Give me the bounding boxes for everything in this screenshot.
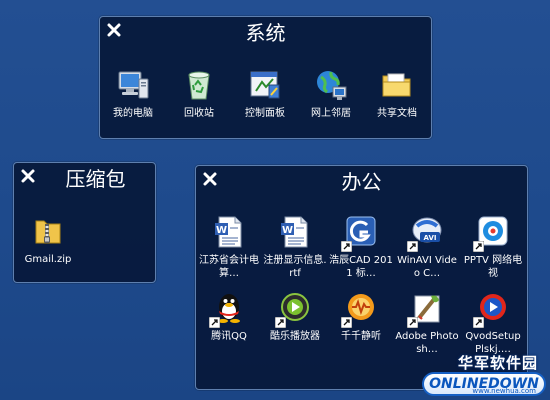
photoshop-icon [407, 290, 445, 328]
desktop-icon-jiangsu-accounting-doc[interactable]: W 江苏省会计电算… [196, 212, 262, 286]
gstarcad-icon [341, 214, 379, 252]
shortcut-arrow-icon [341, 317, 352, 328]
desktop-icon-kuyle-player[interactable]: 酷乐播放器 [262, 288, 328, 362]
system-group-panel: 系统 我的电脑 回收站 控制面板 网上邻居 共享文档 [99, 16, 432, 139]
svg-text:W: W [216, 225, 227, 236]
shared-documents-folder-icon [379, 67, 415, 103]
my-computer-icon [115, 67, 151, 103]
panel-header: 压缩包 [14, 163, 155, 193]
desktop-icon-adobe-photoshop[interactable]: Adobe Photosh… [394, 288, 460, 362]
desktop-icon-qvod-setup[interactable]: QvodSetup Plskj.… [460, 288, 526, 362]
winavi-icon: AVI [407, 214, 445, 252]
icon-label: PPTV 网络电视 [463, 255, 523, 279]
desktop-icon-registration-rtf[interactable]: W 注册显示信息.rtf [262, 212, 328, 286]
icon-label: 酷乐播放器 [270, 331, 320, 342]
watermark-url: www.newhua.com [472, 387, 536, 395]
close-icon[interactable] [20, 168, 36, 184]
icon-label: 腾讯QQ [211, 331, 247, 342]
icon-label: 控制面板 [245, 108, 285, 119]
shortcut-arrow-icon [341, 241, 352, 252]
desktop-icon-ttplayer[interactable]: 千千静听 [328, 288, 394, 362]
icon-label: 江苏省会计电算… [199, 255, 259, 279]
shortcut-arrow-icon [473, 317, 484, 328]
zip-archive-icon [30, 213, 66, 249]
shortcut-arrow-icon [407, 241, 418, 252]
shortcut-arrow-icon [209, 317, 220, 328]
icon-label: 我的电脑 [113, 108, 153, 119]
watermark-title: 华军软件园 [457, 354, 538, 372]
panel-title: 系统 [245, 21, 286, 45]
control-panel-icon [247, 67, 283, 103]
shortcut-arrow-icon [473, 241, 484, 252]
panel-title: 办公 [341, 170, 382, 194]
word-document-icon: W [211, 214, 247, 250]
desktop-icon-tencent-qq[interactable]: 腾讯QQ [196, 288, 262, 362]
network-places-icon [313, 67, 349, 103]
desktop-icon-pptv[interactable]: PPTV 网络电视 [460, 212, 526, 286]
desktop-icon-control-panel[interactable]: 控制面板 [232, 65, 298, 139]
pptv-icon [473, 214, 511, 252]
icon-label: 共享文档 [377, 108, 417, 119]
desktop-icon-my-computer[interactable]: 我的电脑 [100, 65, 166, 139]
desktop-icon-gmail-zip[interactable]: Gmail.zip [16, 211, 80, 285]
icon-label: 网上邻居 [311, 108, 351, 119]
onlinedown-logo: ONLINEDOWN www.newhua.com [422, 372, 546, 396]
icon-label: 浩辰CAD 2011 标… [329, 255, 393, 279]
shortcut-arrow-icon [275, 317, 286, 328]
svg-text:W: W [282, 225, 293, 236]
shortcut-arrow-icon [407, 317, 418, 328]
qvod-icon [473, 290, 511, 328]
icon-label: 回收站 [184, 108, 214, 119]
icon-label: 千千静听 [341, 331, 381, 342]
panel-header: 系统 [100, 17, 431, 47]
ttplayer-icon [341, 290, 379, 328]
icon-label: 注册显示信息.rtf [263, 255, 327, 279]
icon-label: Gmail.zip [24, 254, 72, 265]
rtf-document-icon: W [277, 214, 313, 250]
onlinedown-watermark: 华军软件园 ONLINEDOWN www.newhua.com [420, 352, 548, 398]
svg-text:AVI: AVI [424, 234, 437, 242]
desktop-background: 系统 我的电脑 回收站 控制面板 网上邻居 共享文档 压缩包 Gmail.zip… [0, 0, 550, 400]
qq-penguin-icon [209, 290, 247, 328]
desktop-icon-gstarcad-2011[interactable]: 浩辰CAD 2011 标… [328, 212, 394, 286]
desktop-icon-recycle-bin[interactable]: 回收站 [166, 65, 232, 139]
desktop-icon-network-places[interactable]: 网上邻居 [298, 65, 364, 139]
panel-header: 办公 [196, 166, 527, 196]
kuyle-player-icon [275, 290, 313, 328]
desktop-icon-shared-documents[interactable]: 共享文档 [364, 65, 430, 139]
recycle-bin-icon [181, 67, 217, 103]
desktop-icon-winavi-video[interactable]: AVI WinAVI Video C… [394, 212, 460, 286]
panel-title: 压缩包 [65, 167, 126, 191]
icon-label: WinAVI Video C… [397, 255, 457, 279]
archive-group-panel: 压缩包 Gmail.zip [13, 162, 156, 283]
